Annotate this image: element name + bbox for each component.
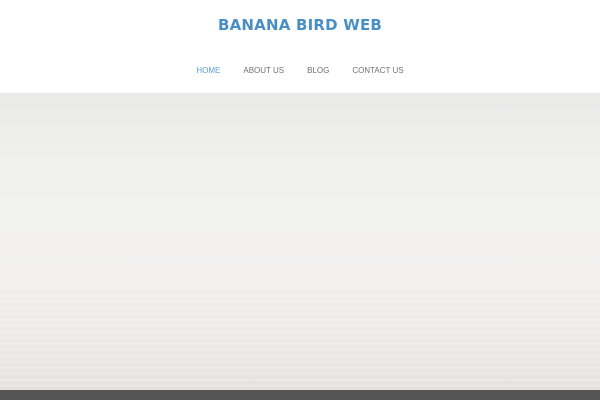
nav-item-blog[interactable]: BLOG bbox=[296, 66, 341, 76]
footer-bar bbox=[0, 390, 600, 400]
site-title-link[interactable]: BANANA BIRD WEB bbox=[0, 16, 600, 34]
nav-item-about-us[interactable]: ABOUT US bbox=[232, 66, 296, 76]
hero-water-texture bbox=[0, 288, 600, 390]
nav-item-contact-us[interactable]: CONTACT US bbox=[341, 66, 415, 76]
hero-banner-image bbox=[0, 93, 600, 390]
main-nav: HOME ABOUT US BLOG CONTACT US bbox=[0, 66, 600, 76]
site-header: BANANA BIRD WEB HOME ABOUT US BLOG CONTA… bbox=[0, 0, 600, 93]
nav-item-home[interactable]: HOME bbox=[185, 66, 232, 76]
